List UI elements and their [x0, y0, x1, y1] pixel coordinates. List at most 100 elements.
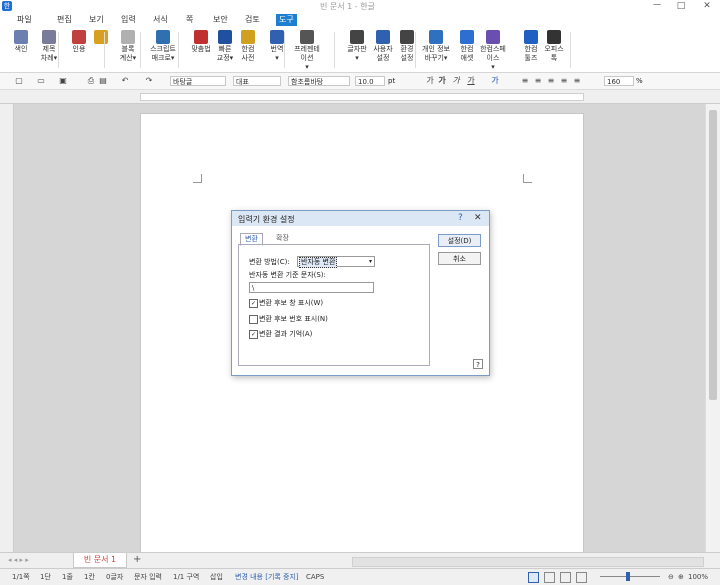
add-tab-icon[interactable]: +	[133, 554, 141, 565]
margin-corner-tr	[523, 174, 532, 183]
ribbon-button-office-talk[interactable]: 오피스 톡	[539, 30, 569, 63]
ribbon-button-dictionary[interactable]: 한컴 사전	[233, 30, 263, 63]
view-page-icon[interactable]	[544, 572, 555, 583]
ribbon-button-hancom-space[interactable]: 한컴스페이스 ▾	[478, 30, 508, 72]
chevron-down-icon: ▾	[368, 258, 372, 265]
dialog-titlebar[interactable]: 입력기 환경 설정 ? ✕	[232, 211, 489, 226]
menu-tools[interactable]: 도구	[276, 14, 297, 26]
style-select[interactable]: 바탕글	[170, 76, 226, 86]
char-spacing-icon[interactable]: 가	[425, 76, 435, 86]
close-window-button[interactable]: ✕	[698, 0, 716, 12]
ribbon-button-presentation[interactable]: 프레젠테이션 ▾	[292, 30, 322, 72]
ok-button[interactable]: 설정(D)	[438, 234, 481, 247]
zoom-slider[interactable]	[600, 576, 660, 577]
view-normal-icon[interactable]	[528, 572, 539, 583]
dialog-help-icon[interactable]: ?	[458, 213, 463, 223]
zoom-input[interactable]: 160	[604, 76, 634, 86]
candidate-window-checkbox[interactable]: ✓	[249, 299, 258, 308]
font-size-input[interactable]: 10.0	[355, 76, 385, 86]
redo-icon[interactable]: ↷	[144, 76, 154, 86]
menu-review[interactable]: 검토	[242, 14, 263, 26]
status-page: 1/1쪽	[12, 573, 30, 581]
candidate-window-label[interactable]: 변환 후보 창 표시(W)	[259, 298, 323, 308]
underline-icon[interactable]: 가	[466, 76, 476, 86]
ribbon-button-block-calc[interactable]: 블록 계산▾	[113, 30, 143, 63]
ribbon-toolbar: 색인 제목 차례▾ 인용 블록 계산▾ 스크립트 매크로▾ 맞춤법 빠른 교정▾ 한컴 사전 번역 ▾ 프레젠…	[0, 28, 720, 73]
horizontal-ruler[interactable]	[0, 90, 720, 104]
status-zoom[interactable]: 100%	[688, 572, 708, 582]
panel-help-icon[interactable]: ?	[473, 359, 483, 369]
preview-icon[interactable]: ▤	[98, 76, 108, 86]
menu-page[interactable]: 쪽	[183, 14, 196, 26]
bold-icon[interactable]: 가	[437, 76, 447, 86]
remember-result-label[interactable]: 변환 결과 기억(A)	[259, 329, 312, 339]
status-caps: CAPS	[306, 573, 325, 581]
status-insert[interactable]: 삽입	[210, 572, 223, 582]
menu-edit[interactable]: 편집	[54, 14, 75, 26]
menu-format[interactable]: 서식	[150, 14, 171, 26]
print-icon[interactable]: ⎙	[86, 76, 96, 86]
align-right-icon[interactable]: ≡	[559, 76, 569, 86]
font-color-icon[interactable]: 가	[490, 76, 500, 86]
view-fit-icon[interactable]	[576, 572, 587, 583]
trigger-char-input[interactable]: \	[249, 282, 374, 293]
align-center-icon[interactable]: ≡	[546, 76, 556, 86]
keyboard-icon	[350, 30, 364, 44]
ribbon-button-toc[interactable]: 제목 차례▾	[34, 30, 64, 63]
ribbon-button-translate[interactable]: 번역 ▾	[262, 30, 292, 63]
save-icon[interactable]: ▣	[58, 76, 68, 86]
ribbon-sublabel: 차례▾	[40, 54, 58, 62]
status-track-changes[interactable]: 변경 내용 [기록 중지]	[235, 572, 299, 582]
toc-icon	[42, 30, 56, 44]
new-document-icon[interactable]: ▢	[14, 76, 24, 86]
candidate-number-checkbox[interactable]	[249, 315, 258, 324]
ribbon-label: 한컴	[241, 45, 255, 53]
font-select[interactable]: 함초롬바탕	[288, 76, 350, 86]
tools-icon	[524, 30, 538, 44]
document-tab[interactable]: 빈 문서 1	[73, 553, 127, 568]
zoom-slider-handle[interactable]	[626, 572, 630, 581]
align-left-icon[interactable]: ≡	[533, 76, 543, 86]
open-folder-icon[interactable]: ▭	[36, 76, 46, 86]
ribbon-button-macro[interactable]: 스크립트 매크로▾	[148, 30, 178, 63]
cancel-button[interactable]: 취소	[438, 252, 481, 265]
document-tab-bar: ◂ ◂ ▸ ▸ 빈 문서 1 +	[0, 552, 720, 569]
remember-result-checkbox[interactable]: ✓	[249, 330, 258, 339]
tab-nav-icons[interactable]: ◂ ◂ ▸ ▸	[8, 556, 29, 564]
dialog-close-icon[interactable]: ✕	[474, 213, 482, 223]
ribbon-button-gear[interactable]: 환경 설정	[392, 30, 422, 63]
scrollbar-thumb[interactable]	[709, 110, 717, 400]
menu-view[interactable]: 보기	[86, 14, 107, 26]
zoom-in-icon[interactable]: ⊕	[678, 572, 684, 582]
ribbon-button-privacy[interactable]: 개인 정보 바꾸기▾	[421, 30, 451, 63]
horizontal-scrollbar[interactable]	[352, 557, 704, 567]
method-select[interactable]: 반자동 변환 ▾	[297, 256, 375, 268]
hancom-space-icon	[486, 30, 500, 44]
ribbon-sublabel: 매크로▾	[151, 54, 175, 62]
menu-file[interactable]: 파일	[14, 14, 35, 26]
dialog-panel: 변환 방법(C): 반자동 변환 ▾ 반자동 변환 기준 문자(S): \ ✓ …	[238, 244, 430, 366]
ribbon-separator	[570, 32, 571, 68]
menu-security[interactable]: 보안	[210, 14, 231, 26]
method-label: 변환 방법(C):	[249, 258, 290, 266]
dialog-title: 입력기 환경 설정	[238, 215, 295, 224]
vertical-ruler[interactable]	[0, 104, 14, 552]
italic-icon[interactable]: 가	[451, 76, 461, 86]
menu-bar: 파일 편집 보기 입력 서식 쪽 보안 검토 도구	[0, 12, 720, 28]
align-distribute-icon[interactable]: ≡	[572, 76, 582, 86]
language-select[interactable]: 대표	[233, 76, 281, 86]
maximize-button[interactable]: □	[672, 0, 690, 12]
view-web-icon[interactable]	[560, 572, 571, 583]
zoom-out-icon[interactable]: ⊖	[668, 572, 674, 582]
align-justify-icon[interactable]: ≡	[520, 76, 530, 86]
ribbon-sublabel: ▾	[275, 54, 279, 62]
ribbon-button-index[interactable]: 색인	[6, 30, 36, 54]
candidate-number-label[interactable]: 변환 후보 번호 표시(N)	[259, 314, 328, 324]
undo-icon[interactable]: ↶	[120, 76, 130, 86]
vertical-scrollbar[interactable]	[705, 104, 720, 552]
menu-insert[interactable]: 입력	[118, 14, 139, 26]
tab-extend[interactable]: 확장	[272, 233, 293, 244]
ribbon-button-merge[interactable]	[86, 30, 116, 45]
minimize-button[interactable]: ㅡ	[648, 0, 666, 12]
status-section: 1/1 구역	[173, 573, 200, 581]
